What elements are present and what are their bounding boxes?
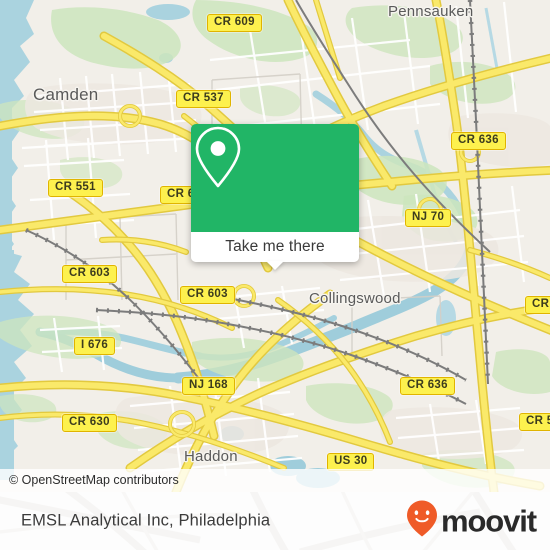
route-shield-cr-636-north[interactable]: CR 636 xyxy=(451,132,506,150)
route-shield-cr-56[interactable]: CR 56 xyxy=(519,413,550,431)
take-me-there-label: Take me there xyxy=(225,238,325,255)
location-title: EMSL Analytical Inc, Philadelphia xyxy=(21,511,271,530)
route-shield-cr-6-east[interactable]: CR 6 xyxy=(525,296,550,314)
moovit-wordmark: moovit xyxy=(440,503,537,539)
route-shield-cr-537[interactable]: CR 537 xyxy=(176,90,231,108)
route-shield-i-676[interactable]: I 676 xyxy=(74,337,116,355)
route-shield-cr-603-center[interactable]: CR 603 xyxy=(180,286,235,304)
map-canvas[interactable]: Pennsauken Camden Collingswood Haddon CR… xyxy=(0,0,550,492)
route-shield-nj-168[interactable]: NJ 168 xyxy=(182,377,235,395)
popup-pointer-tail xyxy=(266,261,284,270)
popup-header xyxy=(191,124,359,232)
route-shield-cr-603-west[interactable]: CR 603 xyxy=(62,265,117,283)
route-shield-nj-70[interactable]: NJ 70 xyxy=(405,209,452,227)
route-shield-cr-636-south[interactable]: CR 636 xyxy=(400,377,455,395)
destination-popup-card[interactable]: Take me there xyxy=(191,124,359,270)
route-shield-cr-630[interactable]: CR 630 xyxy=(62,414,117,432)
moovit-pin-smiley-icon xyxy=(406,500,437,542)
route-shield-cr-609[interactable]: CR 609 xyxy=(207,14,262,32)
popup-action-bar[interactable]: Take me there xyxy=(191,232,359,270)
route-shield-cr-551[interactable]: CR 551 xyxy=(48,179,103,197)
moovit-brand-logo[interactable]: moovit xyxy=(406,500,537,542)
map-attribution[interactable]: © OpenStreetMap contributors xyxy=(0,469,550,492)
footer-bar: EMSL Analytical Inc, Philadelphia moovit xyxy=(0,492,550,550)
moovit-map-screenshot: Pennsauken Camden Collingswood Haddon CR… xyxy=(0,0,550,550)
